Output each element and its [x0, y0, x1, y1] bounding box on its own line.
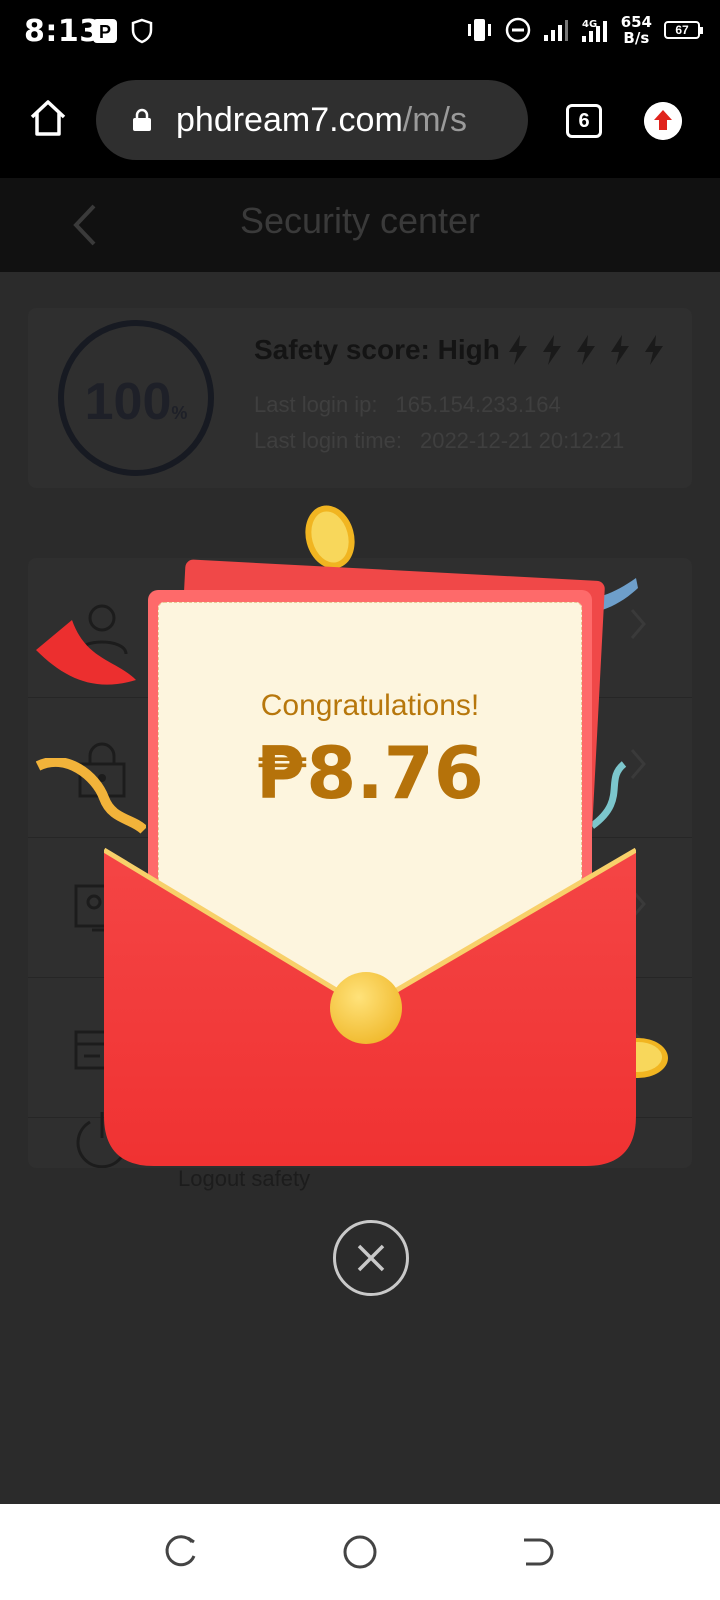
- last-login-ip-row: Last login ip: 165.154.233.164: [254, 392, 561, 418]
- parking-icon: P: [93, 19, 117, 43]
- last-login-time-row: Last login time: 2022-12-21 20:12:21: [254, 428, 624, 454]
- last-login-time-label: Last login time:: [254, 428, 402, 453]
- reward-popup: Congratulations! ₱8.76: [0, 500, 720, 1340]
- lock-icon: [133, 108, 151, 131]
- vibrate-icon: [467, 19, 491, 41]
- shield-icon: [131, 18, 153, 44]
- home-icon[interactable]: [28, 98, 68, 138]
- upload-icon[interactable]: [644, 102, 682, 140]
- last-login-time-value: 2022-12-21 20:12:21: [419, 428, 625, 453]
- lightning-bolt-icon: [611, 335, 629, 365]
- confetti-ribbon-icon: [36, 620, 136, 685]
- network-speed: 654 B/s: [621, 14, 652, 46]
- page-header: Security center: [0, 178, 720, 272]
- score-value: 100%: [64, 372, 208, 432]
- close-popup-button[interactable]: [333, 1220, 409, 1296]
- status-bar: 8:13 P 4G 654 B/s 67: [0, 0, 720, 68]
- lightning-bolt-icon: [577, 335, 595, 365]
- reward-amount: ₱8.76: [256, 731, 484, 815]
- dnd-icon: [505, 17, 530, 43]
- url-text[interactable]: phdream7.com/m/s: [176, 101, 467, 140]
- last-login-ip-value: 165.154.233.164: [395, 392, 561, 417]
- congratulations-text: Congratulations!: [260, 689, 480, 722]
- signal-icon: [543, 20, 568, 41]
- close-icon: [357, 1244, 385, 1272]
- network-speed-value: 654: [620, 13, 652, 31]
- safety-bolts: [506, 334, 666, 366]
- page-title: Security center: [239, 200, 481, 241]
- back-icon[interactable]: [516, 1532, 556, 1572]
- signal-4g-icon: 4G: [581, 19, 607, 42]
- network-speed-unit: B/s: [623, 29, 650, 47]
- url-domain: phdream7.com: [176, 100, 403, 139]
- lightning-bolt-icon: [543, 335, 561, 365]
- svg-text:P: P: [99, 22, 111, 42]
- tabs-button[interactable]: 6: [566, 104, 602, 138]
- red-envelope[interactable]: [104, 840, 636, 1166]
- score-number: 100: [84, 373, 172, 431]
- network-type-label: 4G: [582, 19, 597, 30]
- recents-icon[interactable]: [162, 1532, 202, 1572]
- confetti-streamer-icon: [36, 758, 146, 834]
- battery-icon: 67: [664, 21, 703, 39]
- safety-score-label: Safety score: High: [254, 334, 500, 365]
- status-time: 8:13: [24, 14, 101, 49]
- tab-count: 6: [578, 110, 590, 132]
- coin-icon: [305, 505, 355, 569]
- score-unit: %: [171, 403, 188, 423]
- lightning-bolt-icon: [645, 335, 663, 365]
- system-nav-bar: [0, 1504, 720, 1600]
- lightning-bolt-icon: [509, 335, 527, 365]
- home-circle-icon[interactable]: [340, 1532, 380, 1572]
- browser-toolbar: phdream7.com/m/s 6: [0, 68, 720, 178]
- last-login-ip-label: Last login ip:: [254, 392, 378, 417]
- battery-level: 67: [675, 23, 689, 37]
- score-card: 100% Safety score: High Last login ip: 16…: [28, 308, 692, 488]
- address-bar[interactable]: phdream7.com/m/s: [96, 80, 528, 160]
- score-ring: 100%: [58, 320, 214, 476]
- url-path: /m/s: [402, 100, 467, 139]
